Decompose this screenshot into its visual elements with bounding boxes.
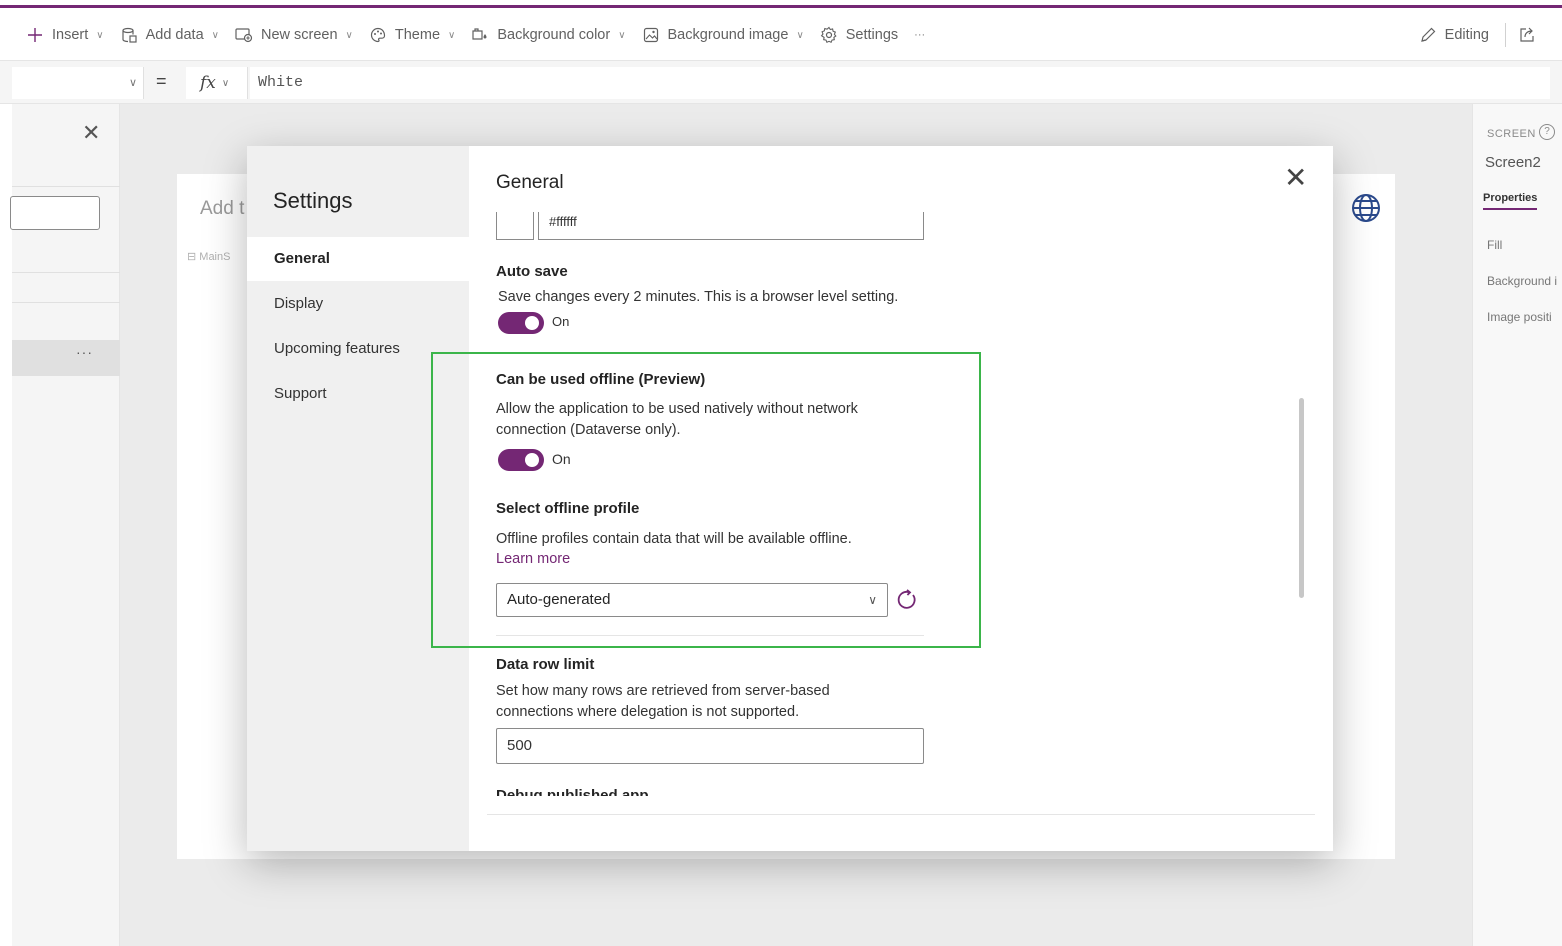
- highlight-box: [431, 352, 981, 648]
- settings-button[interactable]: Settings: [812, 19, 906, 51]
- fx-icon: fx: [200, 73, 216, 93]
- scrollbar[interactable]: [1299, 398, 1304, 598]
- database-icon: [120, 26, 138, 44]
- new-screen-icon: [235, 26, 253, 44]
- command-bar: Insert ∨ Add data ∨ New screen ∨ Theme ∨…: [0, 10, 1562, 60]
- more-options-icon[interactable]: ···: [76, 344, 93, 360]
- editing-button[interactable]: Editing: [1411, 19, 1497, 51]
- section-title: General: [496, 172, 564, 193]
- ellipsis-icon: ···: [914, 29, 926, 41]
- image-icon: [642, 26, 660, 44]
- autosave-description: Save changes every 2 minutes. This is a …: [498, 289, 899, 305]
- help-icon[interactable]: ?: [1539, 124, 1555, 140]
- screen-name: Screen2: [1485, 154, 1541, 171]
- top-accent-line: [0, 0, 1562, 8]
- add-title-placeholder: Add t: [200, 198, 245, 219]
- properties-pane: SCREEN ? Screen2 Properties Fill Backgro…: [1472, 104, 1562, 946]
- autosave-toggle[interactable]: [498, 312, 544, 334]
- tree-search-input[interactable]: [10, 196, 100, 230]
- fx-button[interactable]: fx ∨: [186, 67, 248, 99]
- editing-label: Editing: [1444, 27, 1489, 43]
- property-background-image: Background i: [1487, 274, 1558, 288]
- chevron-down-icon: ∨: [448, 29, 456, 41]
- row-limit-label: Data row limit: [496, 656, 595, 673]
- debug-published-app-label: Debug published app: [496, 787, 649, 796]
- formula-input[interactable]: White: [250, 67, 1550, 99]
- divider: [12, 272, 120, 273]
- insert-label: Insert: [52, 27, 89, 43]
- chevron-down-icon: ∨: [221, 77, 230, 89]
- pane-section-label: SCREEN: [1487, 128, 1536, 140]
- insert-button[interactable]: Insert ∨: [18, 19, 112, 51]
- row-limit-input[interactable]: 500: [496, 728, 924, 764]
- row-limit-description-line1: Set how many rows are retrieved from ser…: [496, 683, 830, 699]
- background-image-label: Background image: [667, 27, 789, 43]
- color-hex-input[interactable]: #ffffff: [538, 212, 924, 240]
- background-color-button[interactable]: Background color ∨: [463, 19, 633, 51]
- chevron-down-icon: ∨: [211, 29, 219, 41]
- property-image-position: Image positi: [1487, 310, 1552, 324]
- tree-view-pane: ✕ ···: [10, 104, 120, 946]
- theme-label: Theme: [394, 27, 441, 43]
- autosave-label: Auto save: [496, 263, 568, 280]
- formula-bar: ∨ = fx ∨ White: [0, 60, 1562, 104]
- plus-icon: [26, 26, 44, 44]
- nav-item-display[interactable]: Display: [247, 282, 469, 326]
- command-bar-right: Editing: [1411, 10, 1548, 60]
- more-commands-button[interactable]: ···: [906, 19, 933, 51]
- background-image-button[interactable]: Background image ∨: [634, 19, 812, 51]
- close-icon[interactable]: ✕: [1284, 164, 1307, 192]
- divider: [1505, 23, 1506, 47]
- add-data-button[interactable]: Add data ∨: [112, 19, 227, 51]
- color-swatch[interactable]: [496, 212, 534, 240]
- new-screen-button[interactable]: New screen ∨: [227, 19, 361, 51]
- background-color-label: Background color: [497, 27, 611, 43]
- autosave-toggle-state: On: [552, 314, 570, 329]
- share-icon: [1518, 26, 1536, 44]
- divider: [487, 814, 1315, 815]
- theme-button[interactable]: Theme ∨: [361, 19, 463, 51]
- fill-icon: [471, 26, 489, 44]
- chevron-down-icon: ∨: [345, 29, 353, 41]
- settings-label: Settings: [845, 27, 899, 43]
- equals-sign: =: [156, 71, 167, 91]
- chevron-down-icon: ∨: [96, 29, 104, 41]
- close-icon[interactable]: ✕: [82, 120, 100, 146]
- screen-icon: ⊟: [187, 251, 200, 263]
- divider: [12, 302, 120, 303]
- row-limit-description-line2: connections where delegation is not supp…: [496, 704, 800, 720]
- dialog-title: Settings: [273, 188, 353, 213]
- property-fill: Fill: [1487, 238, 1503, 252]
- main-screen-text: MainS: [199, 251, 231, 263]
- nav-item-general[interactable]: General: [247, 237, 469, 281]
- chevron-down-icon: ∨: [618, 29, 626, 41]
- main-screen-label: ⊟ MainS: [187, 250, 230, 263]
- tree-item-selected[interactable]: [12, 340, 120, 376]
- tab-properties[interactable]: Properties: [1483, 192, 1538, 210]
- add-data-label: Add data: [145, 27, 204, 43]
- chevron-down-icon: ∨: [128, 77, 137, 89]
- new-screen-label: New screen: [260, 27, 338, 43]
- property-dropdown[interactable]: ∨: [12, 67, 144, 99]
- globe-icon[interactable]: [1350, 192, 1382, 224]
- gear-icon: [820, 26, 838, 44]
- pencil-icon: [1419, 26, 1437, 44]
- divider: [12, 186, 120, 187]
- row-limit-description: Set how many rows are retrieved from ser…: [496, 681, 830, 723]
- share-button[interactable]: [1514, 19, 1548, 51]
- palette-icon: [369, 26, 387, 44]
- chevron-down-icon: ∨: [796, 29, 804, 41]
